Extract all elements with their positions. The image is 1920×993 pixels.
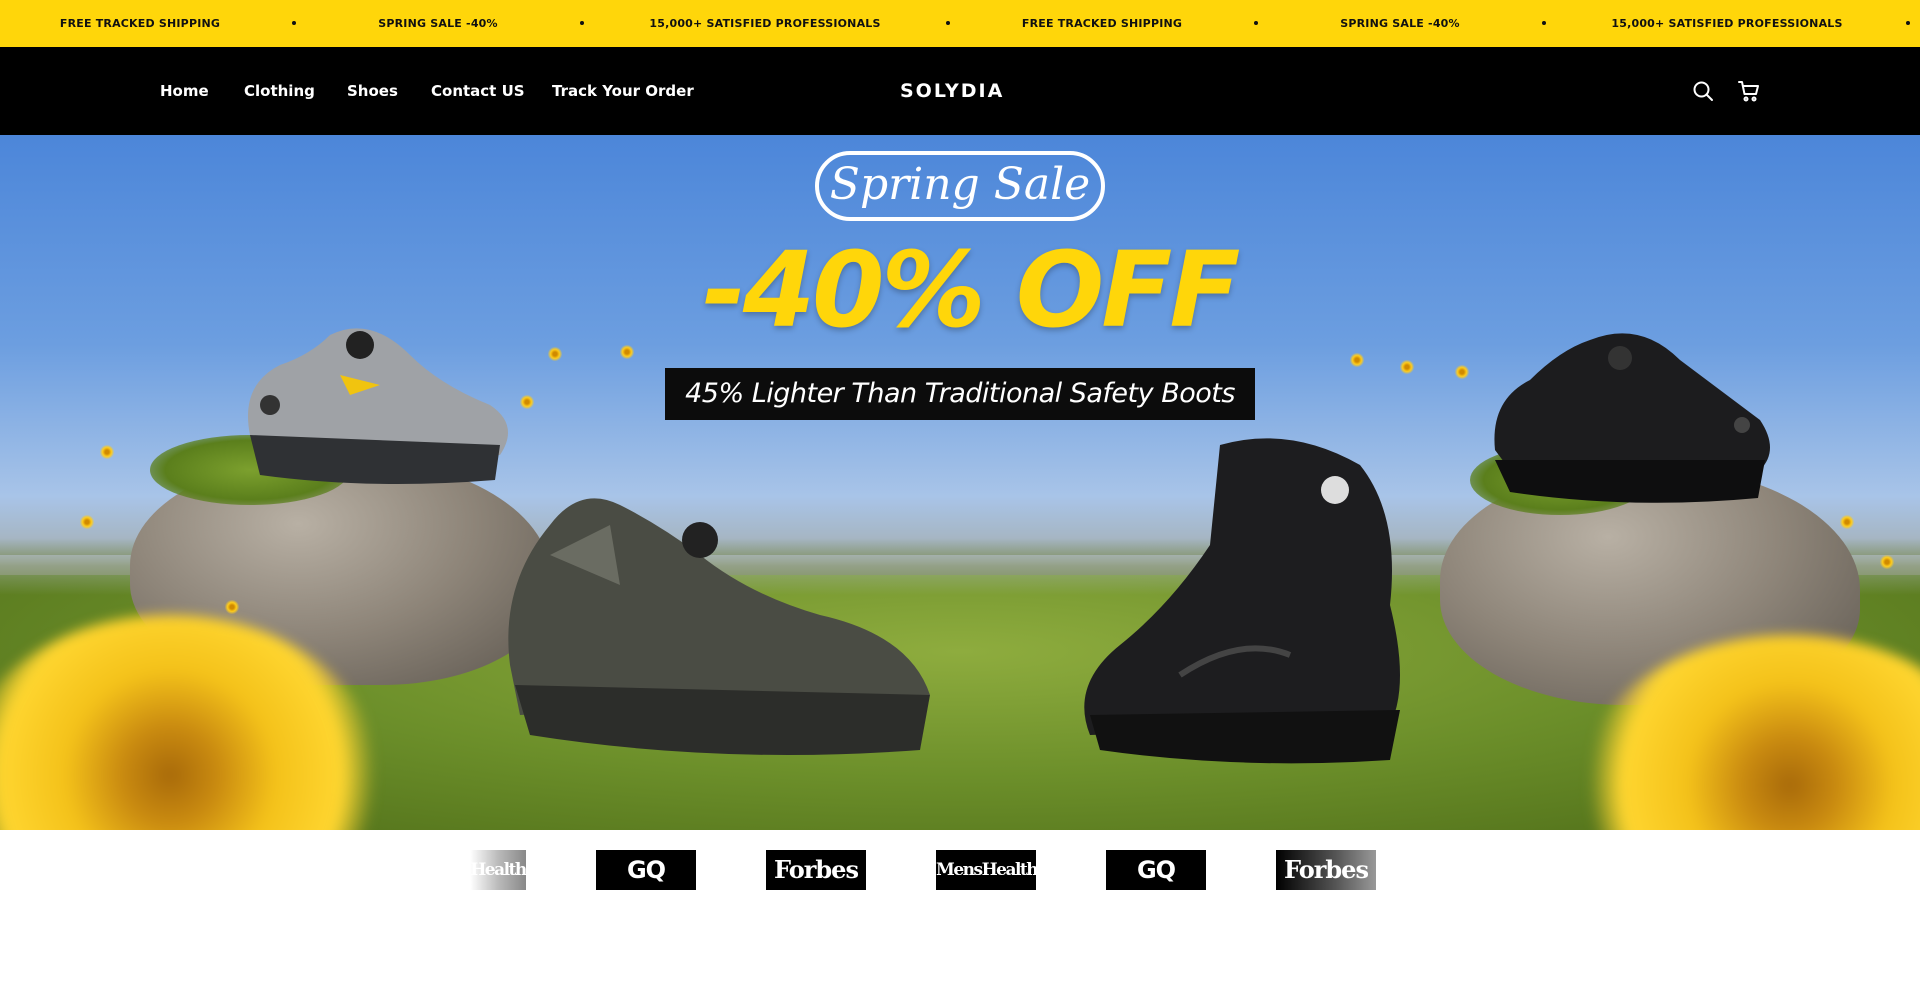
nav-shoes[interactable]: Shoes [347,47,398,135]
announcement-separator [1254,21,1258,25]
hero-banner[interactable]: Spring Sale -40% OFF 45% Lighter Than Tr… [0,135,1920,830]
hero-subtitle: 45% Lighter Than Traditional Safety Boot… [665,368,1255,420]
announcement-item: 15,000+ SATISFIED PROFESSIONALS [1611,17,1843,30]
small-flower [1880,555,1894,569]
search-icon[interactable] [1691,79,1715,103]
shoe-grey-top-left [248,328,508,484]
announcement-item: SPRING SALE -40% [378,17,498,30]
announcement-bar: FREE TRACKED SHIPPING SPRING SALE -40% 1… [0,0,1920,47]
nav-clothing[interactable]: Clothing [244,47,315,135]
site-header: Home Clothing Shoes Contact US Track You… [0,47,1920,135]
spring-sale-badge: Spring Sale [815,151,1105,221]
announcement-item: 15,000+ SATISFIED PROFESSIONALS [649,17,881,30]
press-logo-menshealth: Health [470,850,527,890]
press-logo-gq: GQ [596,850,696,890]
small-flower [1455,365,1469,379]
announcement-item: FREE TRACKED SHIPPING [59,17,221,30]
announcement-item: FREE TRACKED SHIPPING [1021,17,1183,30]
press-logos-strip: Health GQ Forbes MensHealth GQ Forbes [0,830,1920,993]
cart-icon[interactable] [1737,79,1761,103]
shoe-black-boot-right [1084,438,1400,764]
announcement-separator [1542,21,1546,25]
small-flower [100,445,114,459]
small-flower [548,347,562,361]
small-flower [1840,515,1854,529]
press-logo-forbes: Forbes [1276,850,1376,890]
announcement-separator [1906,21,1910,25]
announcement-separator [580,21,584,25]
announcement-item: SPRING SALE -40% [1340,17,1460,30]
small-flower [225,600,239,614]
discount-headline: -40% OFF [702,229,1241,351]
small-flower [1350,353,1364,367]
press-logo-forbes: Forbes [766,850,866,890]
shoe-black-top-right [1494,333,1770,503]
nav-home[interactable]: Home [160,47,209,135]
nav-track-order[interactable]: Track Your Order [552,47,694,135]
small-flower [80,515,94,529]
nav-contact-us[interactable]: Contact US [431,47,525,135]
press-logo-gq: GQ [1106,850,1206,890]
small-flower [620,345,634,359]
announcement-separator [946,21,950,25]
shoe-charcoal-front-left [508,498,930,755]
small-flower [1400,360,1414,374]
press-logo-menshealth: MensHealth [936,850,1039,890]
announcement-separator [292,21,296,25]
site-logo[interactable]: SOLYDIA [900,47,1004,135]
small-flower [520,395,534,409]
